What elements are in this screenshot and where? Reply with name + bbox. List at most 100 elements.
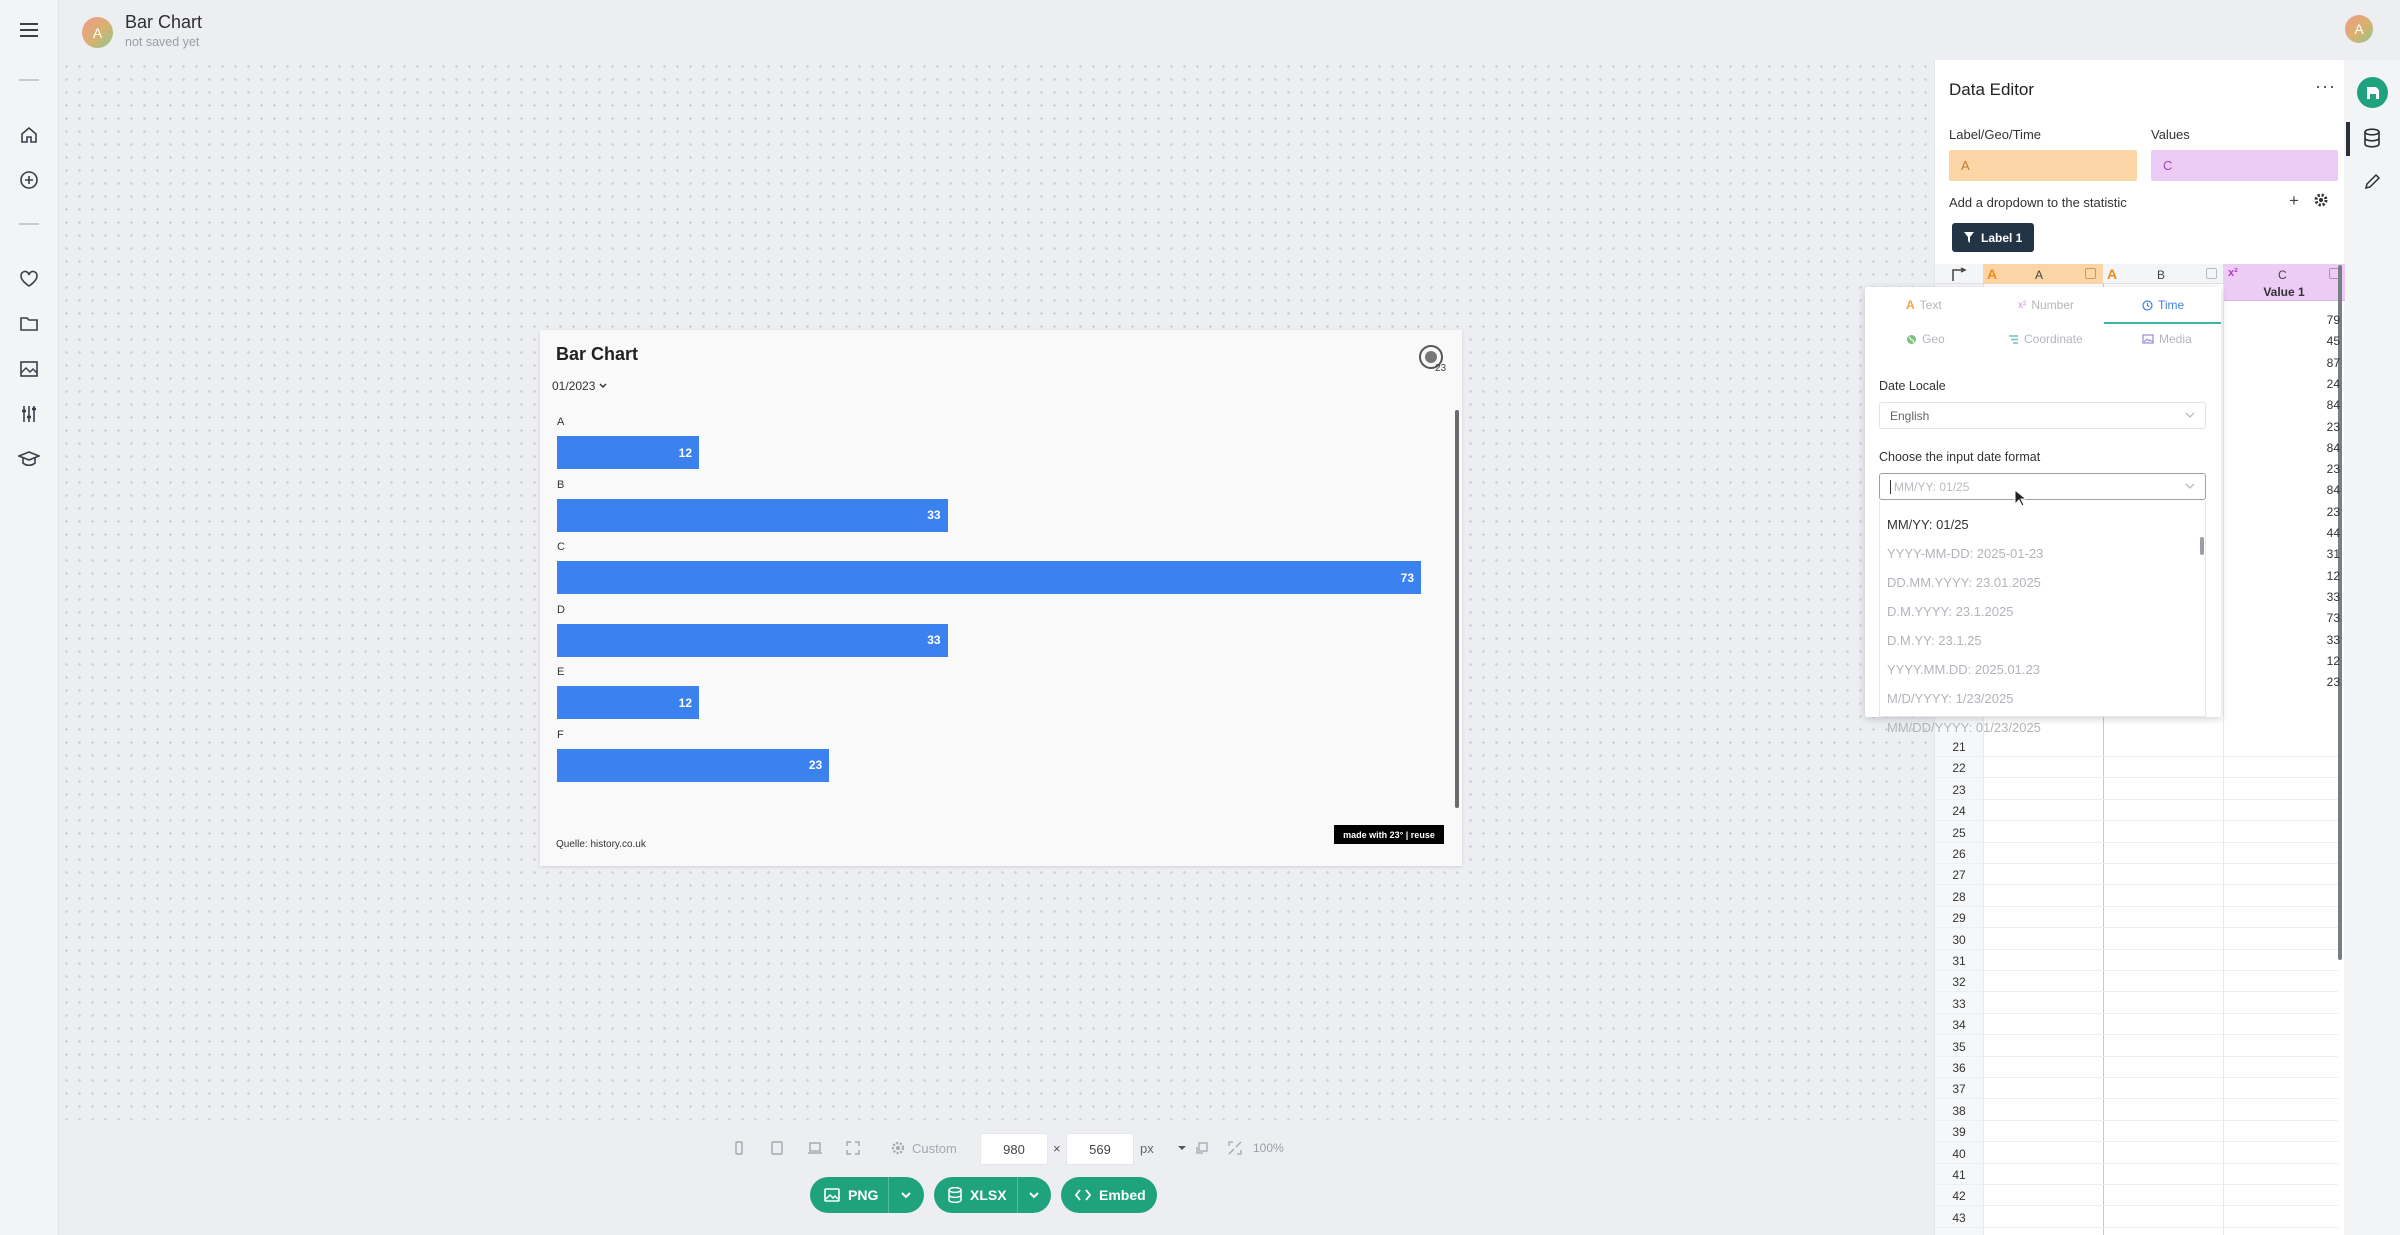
table-cell[interactable]: 24 xyxy=(2278,377,2340,391)
table-cell[interactable]: 23 xyxy=(2278,505,2340,519)
date-format-option[interactable]: D.M.YYYY: 23.1.2025 xyxy=(1887,604,2013,619)
row-number[interactable]: 34 xyxy=(1937,1018,1981,1032)
unit-select[interactable]: px xyxy=(1140,1141,1154,1156)
row-number[interactable]: 28 xyxy=(1937,890,1981,904)
row-number[interactable]: 29 xyxy=(1937,911,1981,925)
period-dropdown[interactable]: 01/2023 xyxy=(552,379,607,393)
table-cell[interactable]: 23 xyxy=(2278,420,2340,434)
made-with-badge[interactable]: made with 23° | reuse xyxy=(1334,825,1444,844)
bar[interactable]: 12 xyxy=(557,686,700,719)
table-cell[interactable]: 23 xyxy=(2278,675,2340,689)
table-cell[interactable]: 23 xyxy=(2278,462,2340,476)
row-number[interactable]: 38 xyxy=(1937,1104,1981,1118)
column-a-menu-icon[interactable] xyxy=(2085,268,2096,279)
document-avatar[interactable]: A xyxy=(82,17,113,48)
date-format-option[interactable]: M/D/YYYY: 1/23/2025 xyxy=(1887,691,2013,706)
row-number[interactable]: 35 xyxy=(1937,1040,1981,1054)
save-button[interactable] xyxy=(2357,77,2388,108)
zoom-fit-icon[interactable] xyxy=(1225,1138,1245,1158)
tab-geo[interactable]: Geo xyxy=(1906,332,1945,346)
export-png-button[interactable]: PNG xyxy=(810,1177,924,1213)
zoom-level[interactable]: 100% xyxy=(1253,1141,1284,1155)
gear-icon[interactable] xyxy=(2313,192,2329,208)
table-cell[interactable]: 73 xyxy=(2278,611,2340,625)
date-format-option[interactable]: YYYY.MM.DD: 2025.01.23 xyxy=(1887,662,2040,677)
table-cell[interactable]: 45 xyxy=(2278,334,2340,348)
tab-text[interactable]: A Text xyxy=(1906,298,1942,312)
row-number[interactable]: 22 xyxy=(1937,761,1981,775)
bar[interactable]: 23 xyxy=(557,748,830,782)
document-title[interactable]: Bar Chart xyxy=(125,12,202,33)
row-number[interactable]: 32 xyxy=(1937,975,1981,989)
row-number[interactable]: 23 xyxy=(1937,783,1981,797)
value-column-title[interactable]: Value 1 xyxy=(2223,284,2345,301)
tab-media[interactable]: Media xyxy=(2142,332,2192,346)
values-column-select[interactable]: C xyxy=(2151,150,2338,181)
home-icon[interactable] xyxy=(14,120,44,150)
chart-scrollbar[interactable] xyxy=(1455,410,1459,808)
column-b-menu-icon[interactable] xyxy=(2206,268,2217,279)
table-cell[interactable]: 33 xyxy=(2278,590,2340,604)
add-icon[interactable] xyxy=(14,165,44,195)
export-xlsx-button[interactable]: XLSX xyxy=(934,1177,1051,1213)
heart-icon[interactable] xyxy=(14,264,44,294)
table-cell[interactable]: 44 xyxy=(2278,526,2340,540)
row-number[interactable]: 37 xyxy=(1937,1082,1981,1096)
date-locale-select[interactable]: English xyxy=(1879,402,2206,429)
unit-dropdown-icon[interactable] xyxy=(1172,1138,1192,1158)
row-number[interactable]: 31 xyxy=(1937,954,1981,968)
date-format-option[interactable]: MM/YY: 01/25 xyxy=(1887,517,1969,532)
tab-coordinate[interactable]: Coordinate xyxy=(2008,332,2083,346)
row-number[interactable]: 26 xyxy=(1937,847,1981,861)
laptop-size-icon[interactable] xyxy=(805,1138,825,1158)
table-cell[interactable]: 87 xyxy=(2278,356,2340,370)
graduation-cap-icon[interactable] xyxy=(14,444,44,474)
height-input[interactable]: 569 xyxy=(1066,1133,1134,1165)
chevron-down-icon[interactable] xyxy=(1016,1177,1051,1213)
table-cell[interactable]: 84 xyxy=(2278,398,2340,412)
row-number[interactable]: 36 xyxy=(1937,1061,1981,1075)
row-number[interactable]: 33 xyxy=(1937,997,1981,1011)
row-number[interactable]: 41 xyxy=(1937,1168,1981,1182)
table-cell[interactable]: 12 xyxy=(2278,569,2340,583)
chevron-down-icon[interactable] xyxy=(888,1177,922,1213)
row-number[interactable]: 30 xyxy=(1937,933,1981,947)
row-number[interactable]: 25 xyxy=(1937,826,1981,840)
date-format-option[interactable]: DD.MM.YYYY: 23.01.2025 xyxy=(1887,575,2041,590)
add-dropdown-button[interactable]: + xyxy=(2289,191,2299,211)
table-cell[interactable]: 12 xyxy=(2278,654,2340,668)
menu-icon[interactable] xyxy=(14,15,44,45)
date-format-option[interactable]: MM/DD/YYYY: 01/23/2025 xyxy=(1887,720,2041,735)
row-number[interactable]: 39 xyxy=(1937,1125,1981,1139)
table-cell[interactable]: 31 xyxy=(2278,547,2340,561)
table-cell[interactable]: 79 xyxy=(2278,313,2340,327)
corner-select-icon[interactable] xyxy=(1951,267,1967,281)
table-cell[interactable]: 84 xyxy=(2278,483,2340,497)
filter-chip[interactable]: Label 1 xyxy=(1952,223,2035,252)
width-input[interactable]: 980 xyxy=(980,1133,1048,1165)
date-format-option[interactable]: YYYY-MM-DD: 2025-01-23 xyxy=(1887,546,2043,561)
options-scrollbar[interactable] xyxy=(2200,537,2204,555)
tablet-size-icon[interactable] xyxy=(767,1138,787,1158)
link-dimensions-icon[interactable] xyxy=(1192,1138,1212,1158)
row-number[interactable]: 43 xyxy=(1937,1211,1981,1225)
bar[interactable]: 33 xyxy=(557,498,948,532)
chart-title[interactable]: Bar Chart xyxy=(556,344,638,365)
date-format-option[interactable]: D.M.YY: 23.1.25 xyxy=(1887,633,1982,648)
settings-sliders-icon[interactable] xyxy=(14,399,44,429)
tab-time[interactable]: Time xyxy=(2142,298,2184,312)
user-avatar[interactable]: A xyxy=(2345,15,2373,43)
table-cell[interactable]: 33 xyxy=(2278,633,2340,647)
size-preset[interactable]: Custom xyxy=(912,1141,957,1156)
column-b-name[interactable]: B xyxy=(2157,268,2165,282)
image-icon[interactable] xyxy=(14,354,44,384)
bar[interactable]: 73 xyxy=(557,561,1421,594)
date-format-input[interactable]: MM/YY: 01/25 xyxy=(1879,473,2206,500)
more-options-icon[interactable]: ··· xyxy=(2315,76,2336,97)
row-number[interactable]: 24 xyxy=(1937,804,1981,818)
pencil-icon[interactable] xyxy=(2363,173,2381,191)
embed-button[interactable]: Embed xyxy=(1061,1177,1157,1213)
row-number[interactable]: 40 xyxy=(1937,1147,1981,1161)
row-number[interactable]: 27 xyxy=(1937,868,1981,882)
folder-icon[interactable] xyxy=(14,309,44,339)
